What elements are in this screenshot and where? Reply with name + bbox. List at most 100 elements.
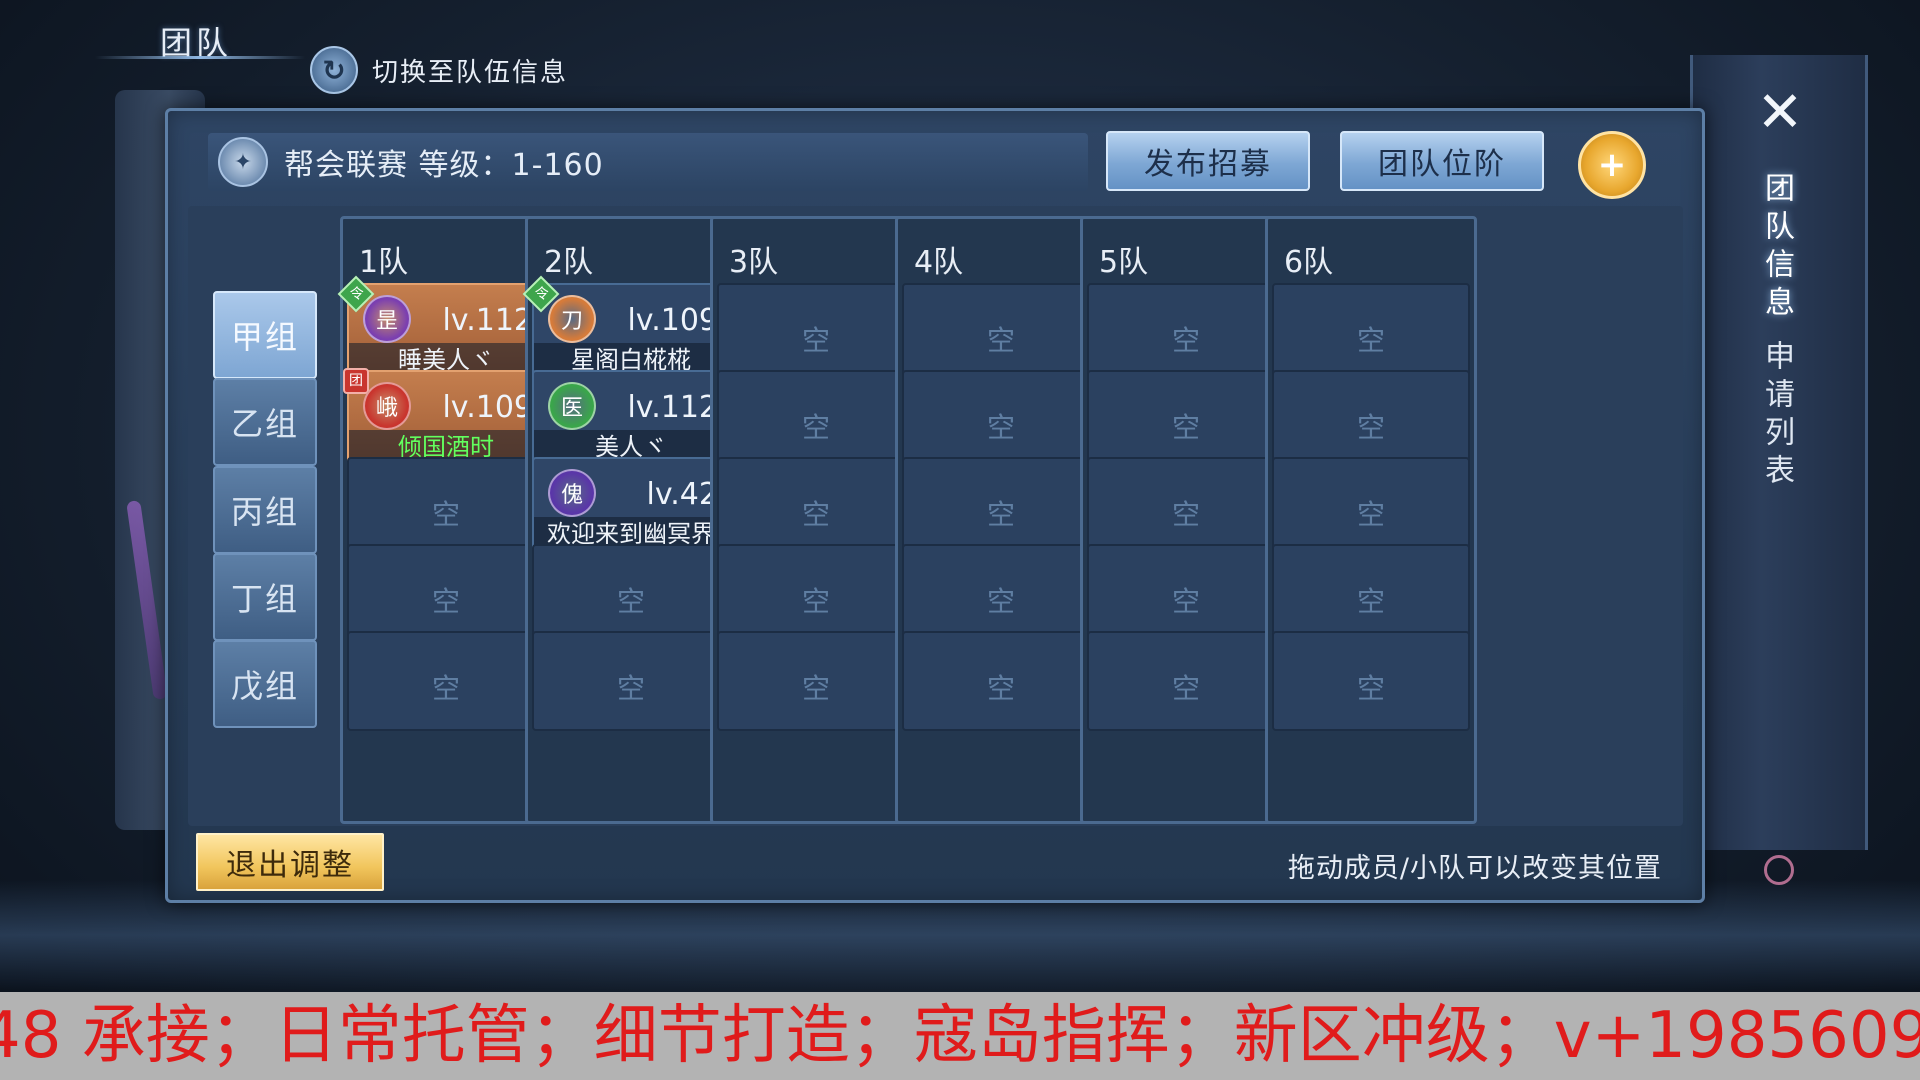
empty-slot[interactable]: 空 <box>717 370 915 470</box>
member-slot[interactable]: 傀 lv.42 欢迎来到幽冥界 <box>532 457 730 557</box>
team-title: 6队 <box>1284 245 1334 280</box>
empty-slot[interactable]: 空 <box>1087 283 1285 383</box>
member-slot[interactable]: 令昰 lv.112 睡美人ヾ <box>337 275 545 383</box>
close-icon[interactable]: ✕ <box>1740 80 1820 145</box>
team-column-3[interactable]: 3队空空空空空 <box>710 216 922 824</box>
side-tab-label: 团队信息 <box>1759 172 1794 324</box>
empty-slot[interactable]: 空 <box>902 457 1100 557</box>
badge-label: 团 <box>349 373 363 389</box>
empty-slot[interactable]: 空 <box>1272 457 1470 557</box>
empty-slot[interactable]: 空 <box>717 544 915 644</box>
title-underline <box>95 56 305 59</box>
empty-slot[interactable]: 空 <box>347 457 545 557</box>
team-grid: 甲组 乙组 丙组 丁组 戊组 1队令昰 lv.112 睡美人ヾ团峨 lv.109 倾国酒时空空空 2… <box>188 206 1683 826</box>
drag-hint: 拖动成员/小队可以改变其位置 <box>1287 853 1662 884</box>
empty-slot[interactable]: 空 <box>347 544 545 644</box>
leader-badge-icon: 团 <box>343 368 369 394</box>
empty-slot-label: 空 <box>986 672 1015 705</box>
empty-slot-label: 空 <box>1356 585 1385 618</box>
empty-slot[interactable]: 空 <box>717 631 915 731</box>
empty-slot-label: 空 <box>616 585 645 618</box>
group-tab-3[interactable]: 丁组 <box>213 553 317 641</box>
side-tab-team-info[interactable]: 团队信息 <box>1758 172 1802 324</box>
empty-slot[interactable]: 空 <box>1087 631 1285 731</box>
empty-slot[interactable]: 空 <box>1087 544 1285 644</box>
empty-slot[interactable]: 空 <box>1087 457 1285 557</box>
badge-label: 令 <box>534 286 549 303</box>
empty-slot[interactable]: 空 <box>1272 631 1470 731</box>
empty-slot[interactable]: 空 <box>532 631 730 731</box>
empty-slot[interactable]: 空 <box>902 283 1100 383</box>
team-title: 1队 <box>359 245 409 280</box>
add-member-icon[interactable]: + <box>1578 131 1646 199</box>
member-slot[interactable]: 令刀 lv.109 星阁白椛椛 <box>522 275 730 383</box>
class-avatar-icon: 峨 <box>363 382 411 430</box>
team-column-5[interactable]: 5队空空空空空 <box>1080 216 1292 824</box>
publish-recruit-button[interactable]: 发布招募 <box>1106 131 1310 191</box>
empty-slot-label: 空 <box>431 498 460 531</box>
group-tab-1[interactable]: 乙组 <box>213 378 317 466</box>
member-slot[interactable]: 团峨 lv.109 倾国酒时 <box>343 368 545 470</box>
member-level: lv.42 <box>646 477 718 512</box>
member-level: lv.112 <box>442 303 533 338</box>
empty-slot-label: 空 <box>1171 672 1200 705</box>
ad-banner: 48 承接；日常托管；细节打造；寇岛指挥；新区冲级；v+1985609 <box>0 992 1920 1080</box>
team-rank-button[interactable]: 团队位阶 <box>1340 131 1544 191</box>
group-tab-0[interactable]: 甲组 <box>213 291 317 379</box>
league-info-text: 帮会联赛 等级：1-160 <box>284 148 604 183</box>
group-tab-4[interactable]: 戊组 <box>213 640 317 728</box>
empty-slot[interactable]: 空 <box>347 631 545 731</box>
class-avatar-icon: 昰 <box>363 295 411 343</box>
badge-label: 令 <box>349 286 364 303</box>
side-tab-label: 申请列表 <box>1759 340 1794 492</box>
empty-slot-label: 空 <box>1356 672 1385 705</box>
empty-slot[interactable]: 空 <box>1272 283 1470 383</box>
team-column-6[interactable]: 6队空空空空空 <box>1265 216 1477 824</box>
empty-slot-label: 空 <box>986 324 1015 357</box>
empty-slot[interactable]: 空 <box>1272 370 1470 470</box>
empty-slot[interactable]: 空 <box>1087 370 1285 470</box>
empty-slot-label: 空 <box>801 498 830 531</box>
team-title: 4队 <box>914 245 964 280</box>
group-tab-2[interactable]: 丙组 <box>213 466 317 554</box>
member-level: lv.109 <box>442 390 533 425</box>
team-panel: ✦ 帮会联赛 等级：1-160 发布招募 团队位阶 + 甲组 乙组 丙组 丁组 戊组 1队… <box>165 108 1705 903</box>
info-bar: ✦ 帮会联赛 等级：1-160 <box>208 133 1088 191</box>
member-level: lv.112 <box>627 390 718 425</box>
empty-slot-label: 空 <box>1356 324 1385 357</box>
member-level: lv.109 <box>627 303 718 338</box>
exit-adjust-button[interactable]: 退出调整 <box>196 833 384 891</box>
empty-slot-label: 空 <box>431 672 460 705</box>
empty-slot-label: 空 <box>1356 498 1385 531</box>
empty-slot[interactable]: 空 <box>532 544 730 644</box>
class-avatar-icon: 医 <box>548 382 596 430</box>
empty-slot-label: 空 <box>1171 324 1200 357</box>
side-tab-apply-list[interactable]: 申请列表 <box>1758 340 1802 492</box>
team-column-2[interactable]: 2队令刀 lv.109 星阁白椛椛医 lv.112 美人ヾ傀 lv.42 欢迎来到幽冥界空空 <box>522 216 737 824</box>
empty-slot-label: 空 <box>986 585 1015 618</box>
team-column-4[interactable]: 4队空空空空空 <box>895 216 1107 824</box>
class-avatar-icon: 傀 <box>548 469 596 517</box>
empty-slot-label: 空 <box>801 672 830 705</box>
ad-text: 48 承接；日常托管；细节打造；寇岛指挥；新区冲级；v+1985609 <box>0 999 1920 1073</box>
member-slot[interactable]: 医 lv.112 美人ヾ <box>532 370 730 470</box>
class-avatar-icon: 刀 <box>548 295 596 343</box>
empty-slot[interactable]: 空 <box>717 457 915 557</box>
empty-slot-label: 空 <box>1171 585 1200 618</box>
empty-slot-label: 空 <box>801 585 830 618</box>
empty-slot-label: 空 <box>616 672 645 705</box>
empty-slot[interactable]: 空 <box>902 631 1100 731</box>
league-icon: ✦ <box>218 137 268 187</box>
switch-to-party-button[interactable]: ↻ 切换至队伍信息 <box>310 46 568 94</box>
empty-slot-label: 空 <box>1171 411 1200 444</box>
empty-slot[interactable]: 空 <box>902 544 1100 644</box>
team-title: 5队 <box>1099 245 1149 280</box>
empty-slot-label: 空 <box>431 585 460 618</box>
team-column-1[interactable]: 1队令昰 lv.112 睡美人ヾ团峨 lv.109 倾国酒时空空空 <box>337 216 552 824</box>
empty-slot[interactable]: 空 <box>902 370 1100 470</box>
empty-slot[interactable]: 空 <box>1272 544 1470 644</box>
empty-slot[interactable]: 空 <box>717 283 915 383</box>
empty-slot-label: 空 <box>1356 411 1385 444</box>
refresh-icon: ↻ <box>310 46 358 94</box>
empty-slot-label: 空 <box>801 324 830 357</box>
